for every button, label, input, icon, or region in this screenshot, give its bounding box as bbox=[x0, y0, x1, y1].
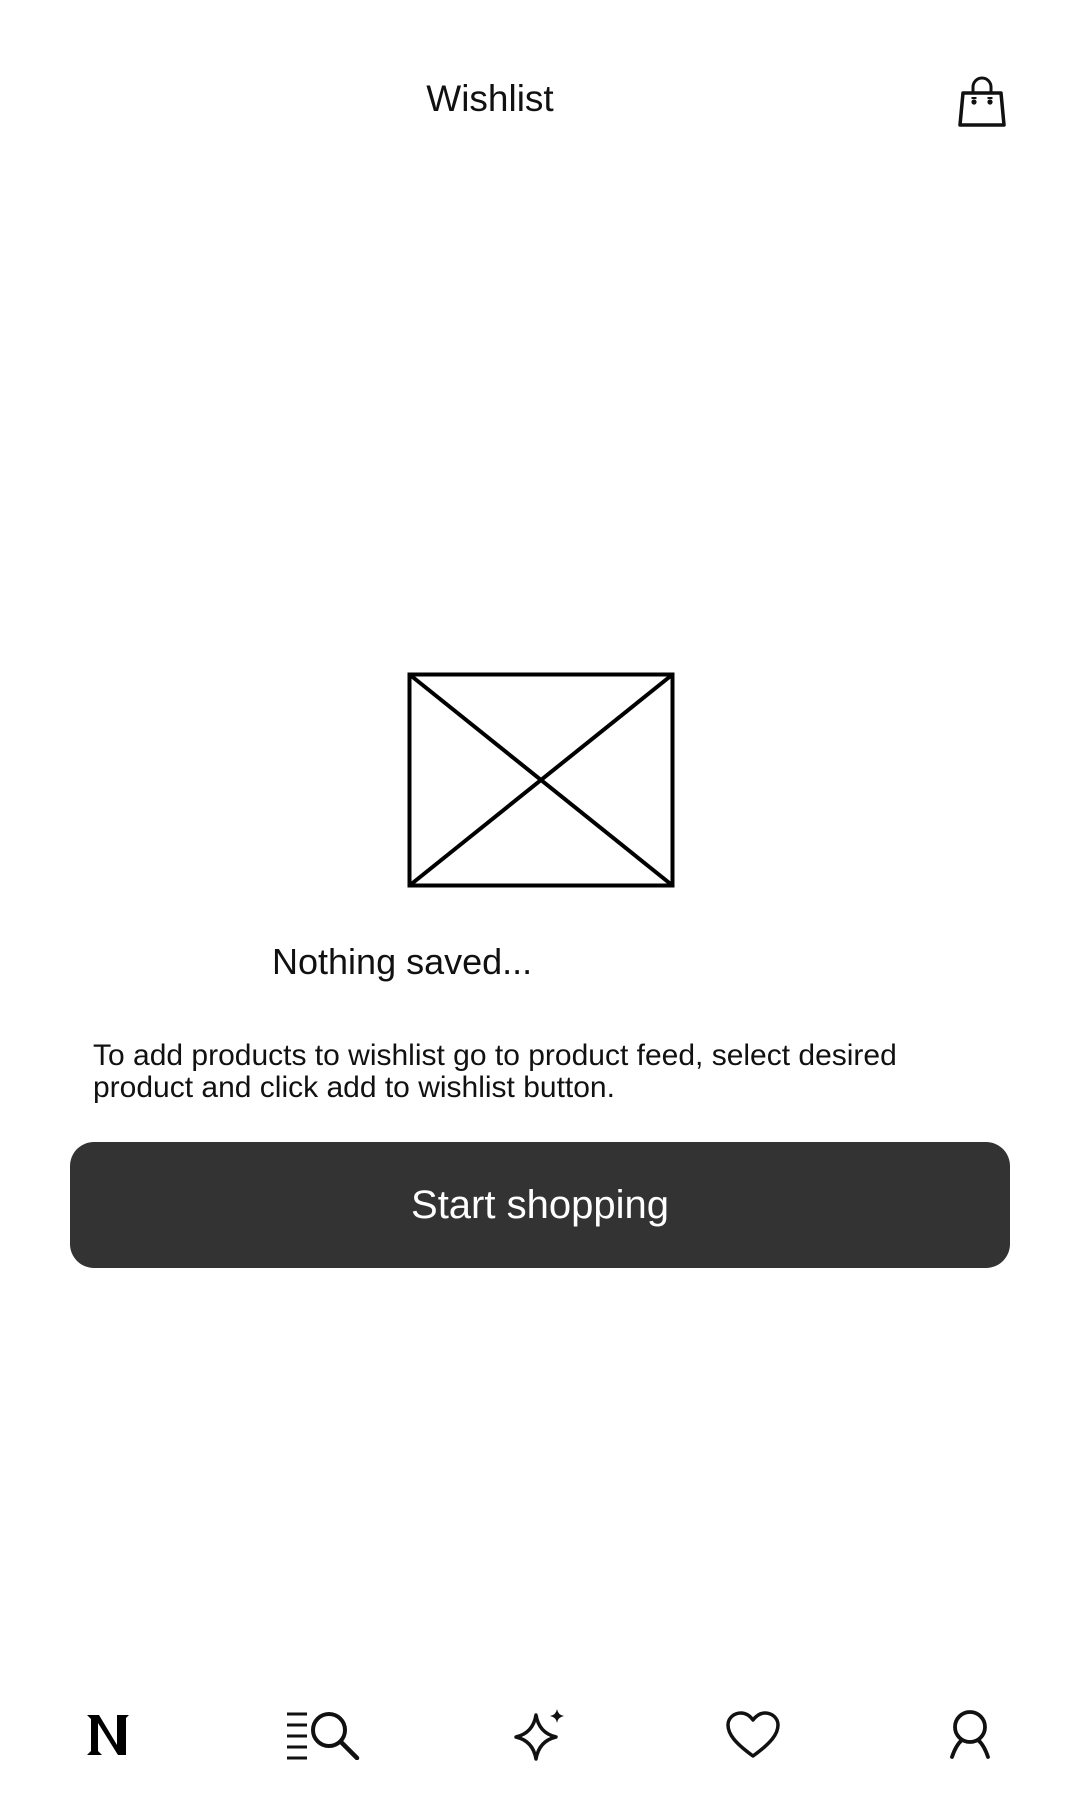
wishlist-screen: Wishlist Nothing saved... To add product… bbox=[0, 0, 1080, 1800]
heart-icon bbox=[726, 1711, 780, 1758]
image-placeholder-icon bbox=[407, 672, 675, 888]
page-title: Wishlist bbox=[426, 78, 554, 119]
shopping-bag-icon bbox=[958, 76, 1006, 127]
empty-state-description: To add products to wishlist go to produc… bbox=[93, 1039, 897, 1104]
nav-item-profile[interactable] bbox=[925, 1700, 1015, 1770]
sparkle-icon bbox=[514, 1709, 564, 1761]
nav-item-wishlist[interactable] bbox=[708, 1700, 798, 1770]
start-shopping-button[interactable]: Start shopping bbox=[70, 1142, 1010, 1268]
nav-item-home[interactable] bbox=[63, 1700, 153, 1770]
nav-item-search[interactable] bbox=[278, 1700, 368, 1770]
list-search-icon bbox=[287, 1712, 360, 1760]
user-icon bbox=[950, 1710, 990, 1759]
brand-logo-n-icon bbox=[87, 1715, 129, 1755]
empty-state-title: Nothing saved... bbox=[272, 941, 533, 982]
nav-item-discover[interactable] bbox=[495, 1700, 585, 1770]
bottom-navigation bbox=[0, 1700, 1080, 1770]
cart-button[interactable] bbox=[952, 72, 1012, 134]
